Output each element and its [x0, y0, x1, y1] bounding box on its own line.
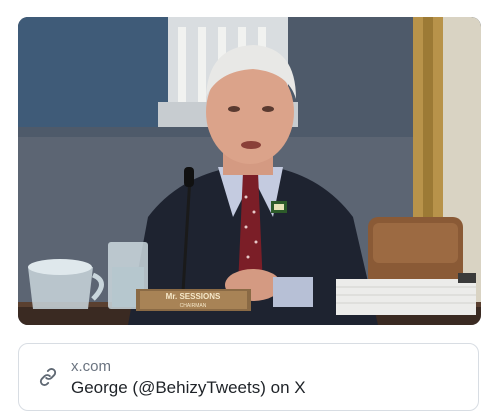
- link-preview-card[interactable]: x.com George (@BehizyTweets) on X: [18, 343, 479, 411]
- link-preview-text: x.com George (@BehizyTweets) on X: [71, 358, 306, 399]
- link-icon: [39, 368, 57, 386]
- placard-line-2: CHAIRMAN: [180, 303, 207, 309]
- link-domain: x.com: [71, 358, 112, 375]
- photo: Mr. SESSIONS CHAIRMAN: [18, 17, 481, 325]
- post-embed: Mr. SESSIONS CHAIRMAN x.com George (@Beh…: [0, 0, 500, 413]
- link-title[interactable]: George (@BehizyTweets) on X: [71, 377, 306, 399]
- media-image[interactable]: Mr. SESSIONS CHAIRMAN: [18, 17, 481, 325]
- placard-line-1: Mr. SESSIONS: [166, 292, 221, 301]
